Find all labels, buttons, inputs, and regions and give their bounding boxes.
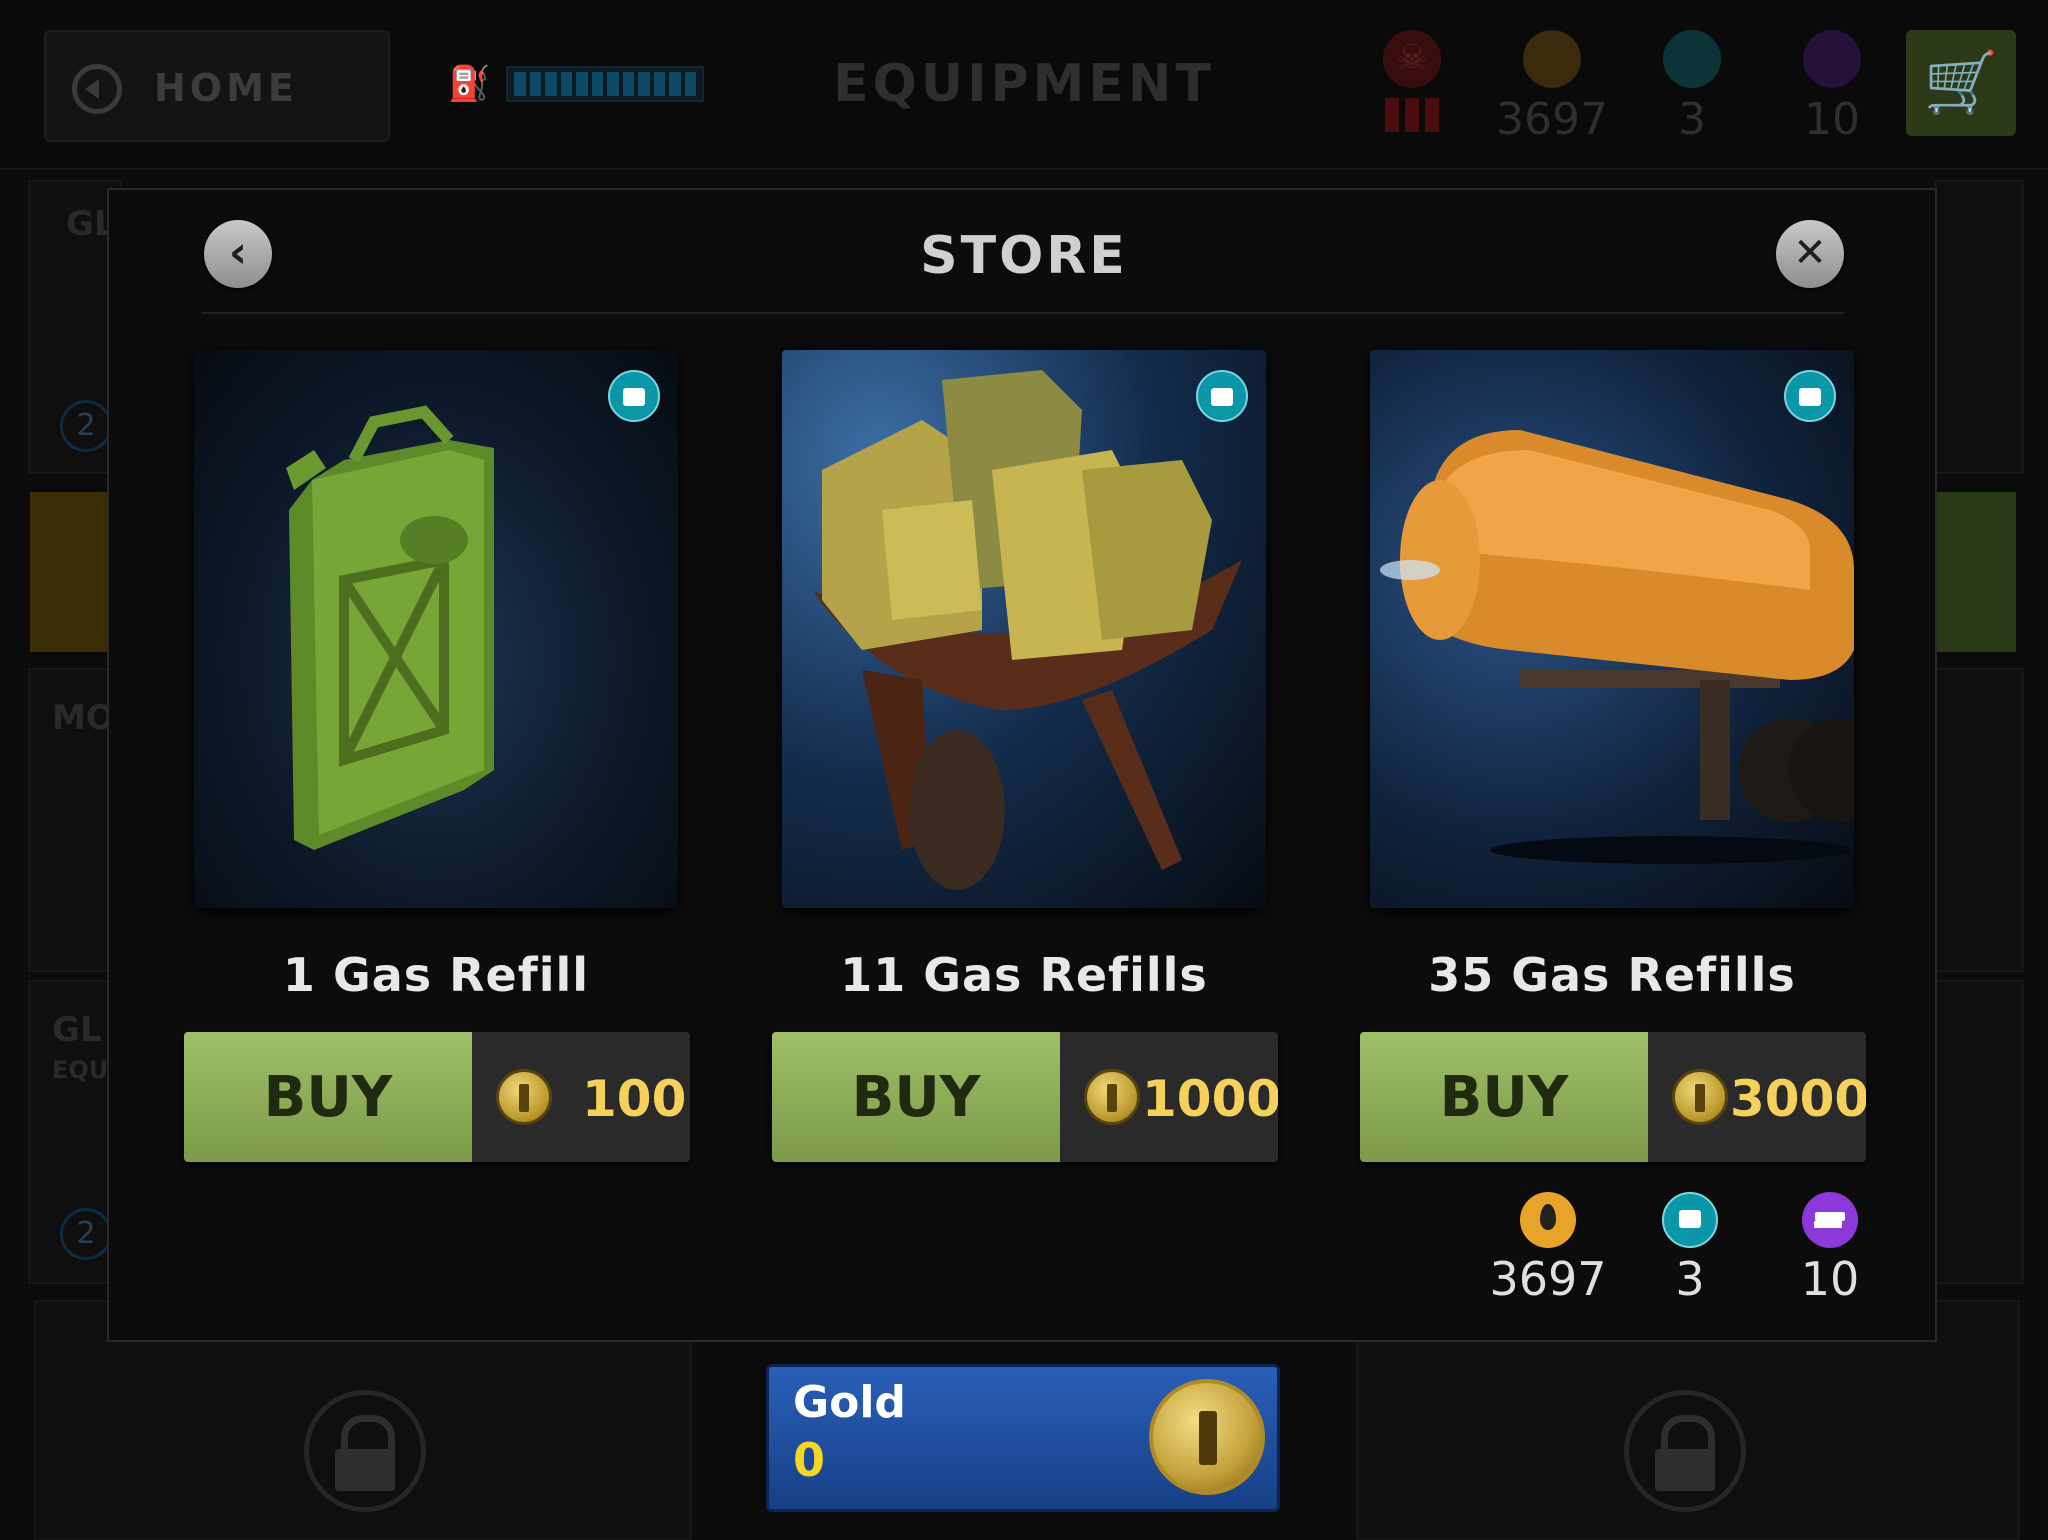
bg-strip [30, 492, 110, 652]
item-image-tanker [1370, 350, 1854, 908]
lock-icon [304, 1390, 426, 1512]
price-box: 1000 [1060, 1032, 1278, 1162]
revolver-icon [1802, 1192, 1858, 1248]
tanker-illustration [1380, 430, 1854, 864]
bg-panel [1934, 980, 2024, 1284]
buy-group-2: BUY 1000 [772, 1032, 1278, 1162]
lives-stat: ☠ [1352, 30, 1472, 132]
divider [202, 312, 1844, 314]
item-image-wheelbarrow [782, 350, 1266, 908]
revolver-icon [1803, 30, 1861, 88]
gold-label: Gold [793, 1377, 906, 1428]
oil-drop-icon [1520, 1192, 1576, 1248]
oil-counter: 3697 [1488, 1192, 1608, 1306]
oil-stat: 3697 [1492, 30, 1612, 145]
bg-strip [1934, 492, 2016, 652]
wheelbarrow-illustration [812, 370, 1242, 890]
gas-can-counter: 3 [1630, 1192, 1750, 1306]
gas-can-stat: 3 [1632, 30, 1752, 145]
item-name: 11 Gas Refills [840, 948, 1208, 1002]
revolver-counter: 10 [1770, 1192, 1890, 1306]
lock-icon [1624, 1390, 1746, 1512]
bg-panel [1934, 180, 2024, 474]
bg-panel [1934, 668, 2024, 972]
price-value: 100 [582, 1070, 687, 1128]
item-image-jerry-can [194, 350, 678, 908]
store-title: STORE [920, 226, 1128, 286]
price-box: 100 [472, 1032, 690, 1162]
price-value: 1000 [1142, 1070, 1278, 1128]
buy-group-1: BUY 100 [184, 1032, 690, 1162]
jerry-can-illustration [286, 405, 494, 850]
buy-button[interactable]: BUY [1360, 1032, 1648, 1162]
oil-drop-icon [1523, 30, 1581, 88]
gas-can-badge-icon [1196, 370, 1248, 422]
bg-badge: 2 [60, 1208, 112, 1260]
gold-value: 0 [793, 1433, 826, 1487]
gas-can-badge-icon [1784, 370, 1836, 422]
price-value: 3000 [1730, 1070, 1866, 1128]
bg-badge: 2 [60, 400, 112, 452]
buy-group-3: BUY 3000 [1360, 1032, 1866, 1162]
gold-coin-icon [1084, 1069, 1140, 1125]
buy-button[interactable]: BUY [772, 1032, 1060, 1162]
gas-can-icon [1662, 1192, 1718, 1248]
gas-can-icon [1663, 30, 1721, 88]
gold-coin-icon [1672, 1069, 1728, 1125]
cart-icon: 🛒 [1923, 48, 1999, 118]
revolver-stat: 10 [1772, 30, 1892, 145]
gold-balance-panel[interactable]: Gold 0 [766, 1364, 1280, 1512]
close-icon: ✕ [1793, 230, 1827, 276]
close-button[interactable]: ✕ [1776, 220, 1844, 288]
gold-coin-icon [496, 1069, 552, 1125]
skull-icon: ☠ [1383, 30, 1441, 88]
shopping-cart-button[interactable]: 🛒 [1906, 30, 2016, 136]
item-name: 35 Gas Refills [1428, 948, 1796, 1002]
price-box: 3000 [1648, 1032, 1866, 1162]
item-name: 1 Gas Refill [282, 948, 590, 1002]
buy-button[interactable]: BUY [184, 1032, 472, 1162]
gas-can-badge-icon [608, 370, 660, 422]
gold-coin-icon [1149, 1379, 1265, 1495]
lives-bars [1352, 98, 1472, 132]
